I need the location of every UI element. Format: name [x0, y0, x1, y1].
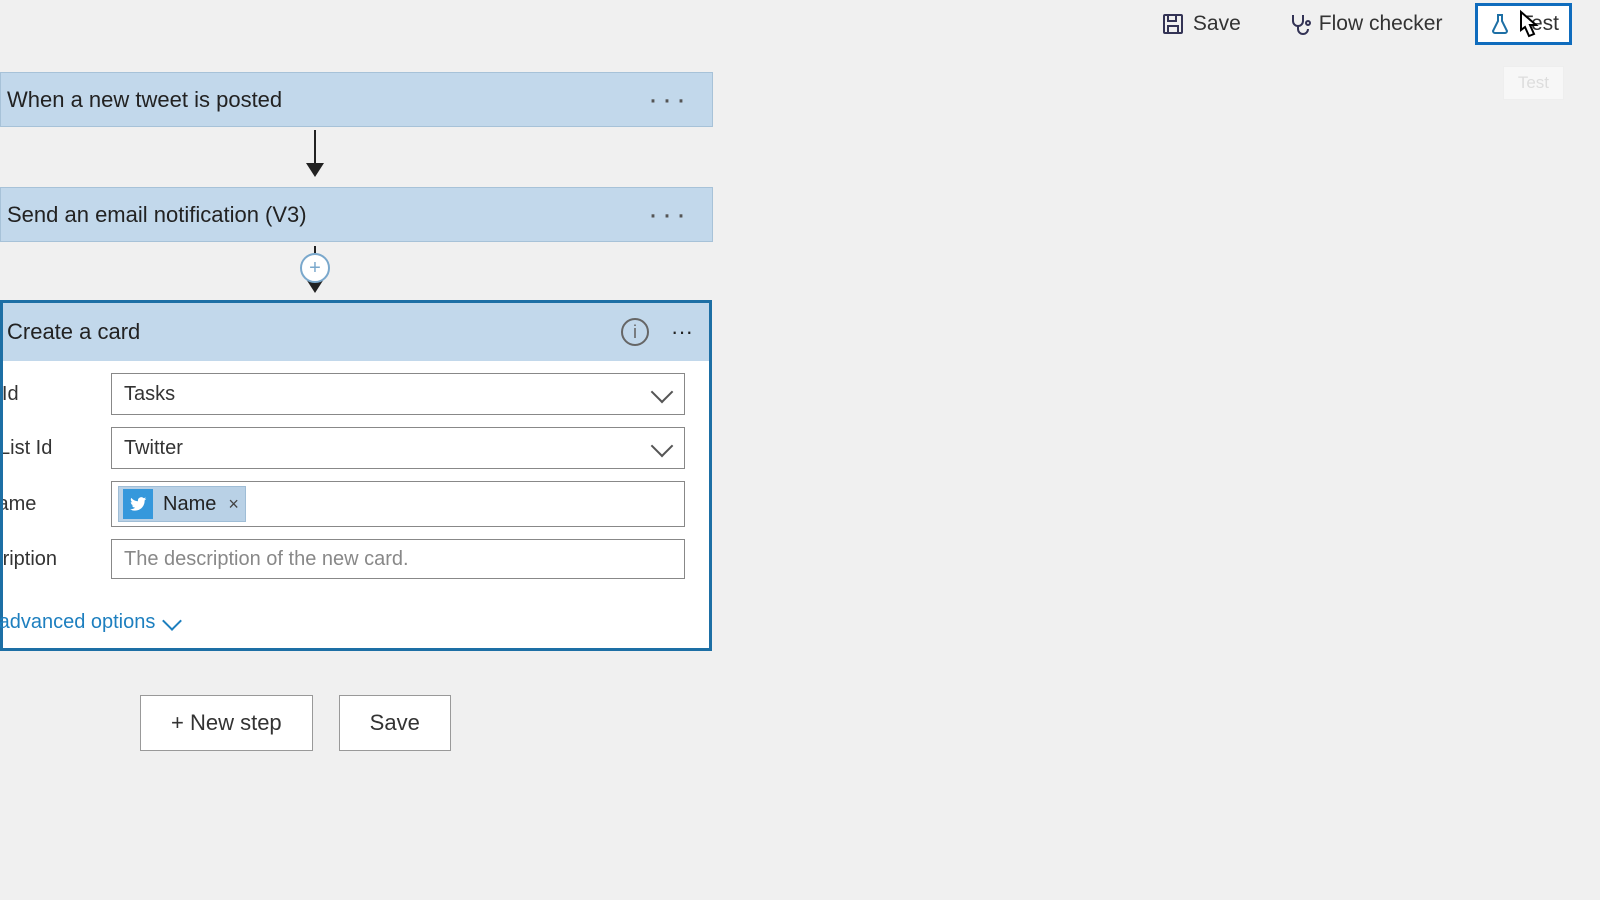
- save-icon: [1161, 12, 1185, 36]
- insert-step-button[interactable]: +: [300, 253, 330, 283]
- action2-card: Create a card i ··· Board Id Tasks List …: [0, 300, 712, 651]
- footer-buttons: + New step Save: [140, 695, 451, 751]
- action2-body: Board Id Tasks List Id Twitter Name: [3, 373, 709, 648]
- flask-icon: [1488, 12, 1512, 36]
- list-id-select[interactable]: Twitter: [111, 427, 685, 469]
- stethoscope-icon: [1287, 12, 1311, 36]
- action1-title: Send an email notification (V3): [7, 202, 307, 228]
- list-id-label: List Id: [3, 437, 111, 460]
- card-name-label: Name: [3, 493, 111, 516]
- token-text: Name: [163, 493, 216, 516]
- action1-card[interactable]: Send an email notification (V3) ···: [0, 187, 713, 242]
- twitter-icon: [123, 489, 153, 519]
- board-id-select[interactable]: Tasks: [111, 373, 685, 415]
- token-remove-icon[interactable]: ×: [226, 494, 241, 515]
- test-label: Test: [1520, 12, 1559, 36]
- card-description-placeholder: The description of the new card.: [124, 548, 409, 571]
- advanced-options-label: Show advanced options: [0, 611, 155, 634]
- flow-checker-label: Flow checker: [1319, 12, 1443, 36]
- list-id-value: Twitter: [124, 437, 183, 460]
- advanced-options-toggle[interactable]: Show advanced options: [3, 611, 709, 634]
- action1-more-icon[interactable]: ···: [644, 198, 694, 232]
- flow-canvas: When a new tweet is posted ··· Send an e…: [0, 60, 1600, 900]
- save-button[interactable]: Save: [1148, 3, 1254, 45]
- action2-header[interactable]: Create a card i ···: [3, 303, 709, 361]
- board-id-label: Board Id: [3, 383, 111, 406]
- dynamic-token-name[interactable]: Name ×: [118, 486, 246, 522]
- flow-checker-button[interactable]: Flow checker: [1274, 3, 1456, 45]
- connector-arrow-icon: [314, 130, 316, 175]
- card-description-input[interactable]: The description of the new card.: [111, 539, 685, 579]
- action2-more-icon[interactable]: ···: [671, 319, 693, 345]
- trigger-card[interactable]: When a new tweet is posted ···: [0, 72, 713, 127]
- trigger-title: When a new tweet is posted: [7, 87, 282, 113]
- trigger-more-icon[interactable]: ···: [644, 83, 694, 117]
- top-toolbar: Save Flow checker Test: [0, 0, 1600, 48]
- save-step-button[interactable]: Save: [339, 695, 451, 751]
- save-label: Save: [1193, 12, 1241, 36]
- action2-title: Create a card: [7, 319, 140, 345]
- card-name-input[interactable]: Name ×: [111, 481, 685, 527]
- chevron-down-icon: [652, 388, 670, 400]
- test-button[interactable]: Test: [1475, 3, 1572, 45]
- new-step-button[interactable]: + New step: [140, 695, 313, 751]
- chevron-down-icon: [652, 442, 670, 454]
- board-id-value: Tasks: [124, 383, 175, 406]
- info-icon[interactable]: i: [621, 318, 649, 346]
- chevron-down-icon: [162, 611, 182, 631]
- card-description-label: Description: [3, 548, 111, 571]
